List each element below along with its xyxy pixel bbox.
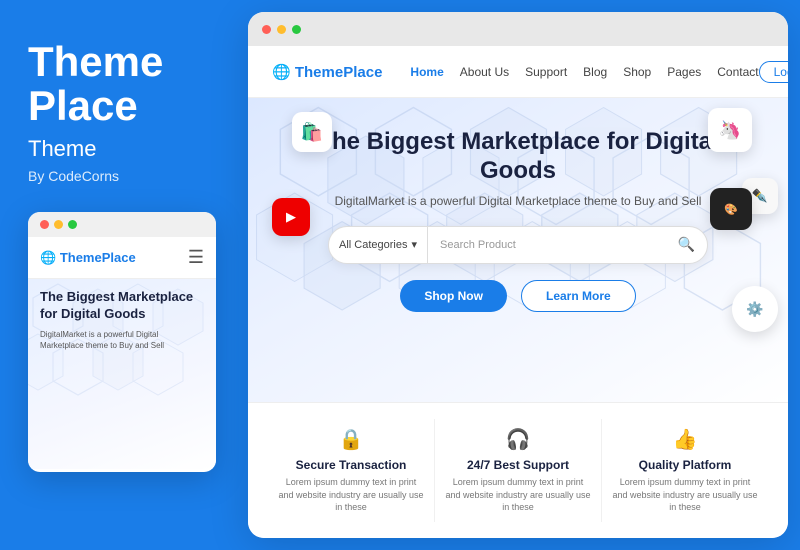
dot-red [40,220,49,229]
feature-item-2: 👍 Quality Platform Lorem ipsum dummy tex… [602,419,768,522]
nav-link-pages[interactable]: Pages [667,65,701,79]
float-icon-6: ⚙️ [732,286,778,332]
dot-yellow [54,220,63,229]
mobile-preview: 🌐 ThemePlace ☰ The Biggest Marketplace f… [28,212,216,472]
mobile-titlebar [28,212,216,237]
sidebar: Theme Place Theme By CodeCorns 🌐 ThemePl… [0,0,248,550]
secure-icon: 🔒 [278,427,424,452]
feature-title-0: Secure Transaction [278,458,424,472]
feature-desc-0: Lorem ipsum dummy text in print and webs… [278,476,424,514]
quality-icon: 👍 [612,427,758,452]
mobile-body: The Biggest Marketplace for Digital Good… [28,279,216,469]
chevron-down-icon: ▾ [411,238,417,251]
search-input[interactable]: Search Product [428,227,670,263]
desktop-nav: 🌐 ThemePlace Home About Us Support Blog … [248,46,788,98]
nav-link-blog[interactable]: Blog [583,65,607,79]
hamburger-icon: ☰ [188,247,204,268]
mobile-headline: The Biggest Marketplace for Digital Good… [40,289,204,323]
mobile-desc: DigitalMarket is a powerful Digital Mark… [40,329,204,351]
hero-buttons: Shop Now Learn More [288,280,748,312]
desktop-logo: 🌐 ThemePlace [272,63,382,81]
search-button[interactable]: 🔍 [670,236,703,253]
mobile-nav: 🌐 ThemePlace ☰ [28,237,216,279]
hero-description: DigitalMarket is a powerful Digital Mark… [288,194,748,208]
nav-links: Home About Us Support Blog Shop Pages Co… [410,65,758,79]
feature-item-1: 🎧 24/7 Best Support Lorem ipsum dummy te… [435,419,602,522]
nav-link-contact[interactable]: Contact [717,65,758,79]
browser-titlebar [248,12,788,46]
hero-content: The Biggest Marketplace for Digital Good… [288,128,748,312]
nav-link-home[interactable]: Home [410,65,443,79]
search-category-dropdown[interactable]: All Categories ▾ [329,227,428,263]
feature-title-1: 24/7 Best Support [445,458,591,472]
shop-now-button[interactable]: Shop Now [400,280,507,312]
browser-dot-green [292,25,301,34]
app-author: By CodeCorns [28,168,220,184]
dot-green [68,220,77,229]
browser-dot-red [262,25,271,34]
nav-actions: Login 🛒 0 [759,55,788,88]
search-bar: All Categories ▾ Search Product 🔍 [328,226,708,264]
support-icon: 🎧 [445,427,591,452]
login-button[interactable]: Login [759,61,788,83]
feature-desc-1: Lorem ipsum dummy text in print and webs… [445,476,591,514]
float-icon-5: 🎨 [710,188,752,230]
app-subtitle: Theme [28,136,220,162]
features-section: 🔒 Secure Transaction Lorem ipsum dummy t… [248,402,788,538]
feature-item-0: 🔒 Secure Transaction Lorem ipsum dummy t… [268,419,435,522]
feature-title-2: Quality Platform [612,458,758,472]
main-content: 🌐 ThemePlace Home About Us Support Blog … [248,12,788,538]
float-icon-4: ▶ [272,198,310,236]
nav-link-shop[interactable]: Shop [623,65,651,79]
hero-section: 🛍️ 🦄 ✒️ ▶ 🎨 ⚙️ The Biggest Marketplace f… [248,98,788,402]
hero-title: The Biggest Marketplace for Digital Good… [288,128,748,186]
nav-link-support[interactable]: Support [525,65,567,79]
app-title: Theme Place [28,40,220,128]
browser-dot-yellow [277,25,286,34]
learn-more-button[interactable]: Learn More [521,280,636,312]
mobile-logo: 🌐 ThemePlace [40,250,136,266]
float-icon-1: 🛍️ [292,112,332,152]
nav-link-about[interactable]: About Us [460,65,509,79]
float-icon-2: 🦄 [708,108,752,152]
feature-desc-2: Lorem ipsum dummy text in print and webs… [612,476,758,514]
